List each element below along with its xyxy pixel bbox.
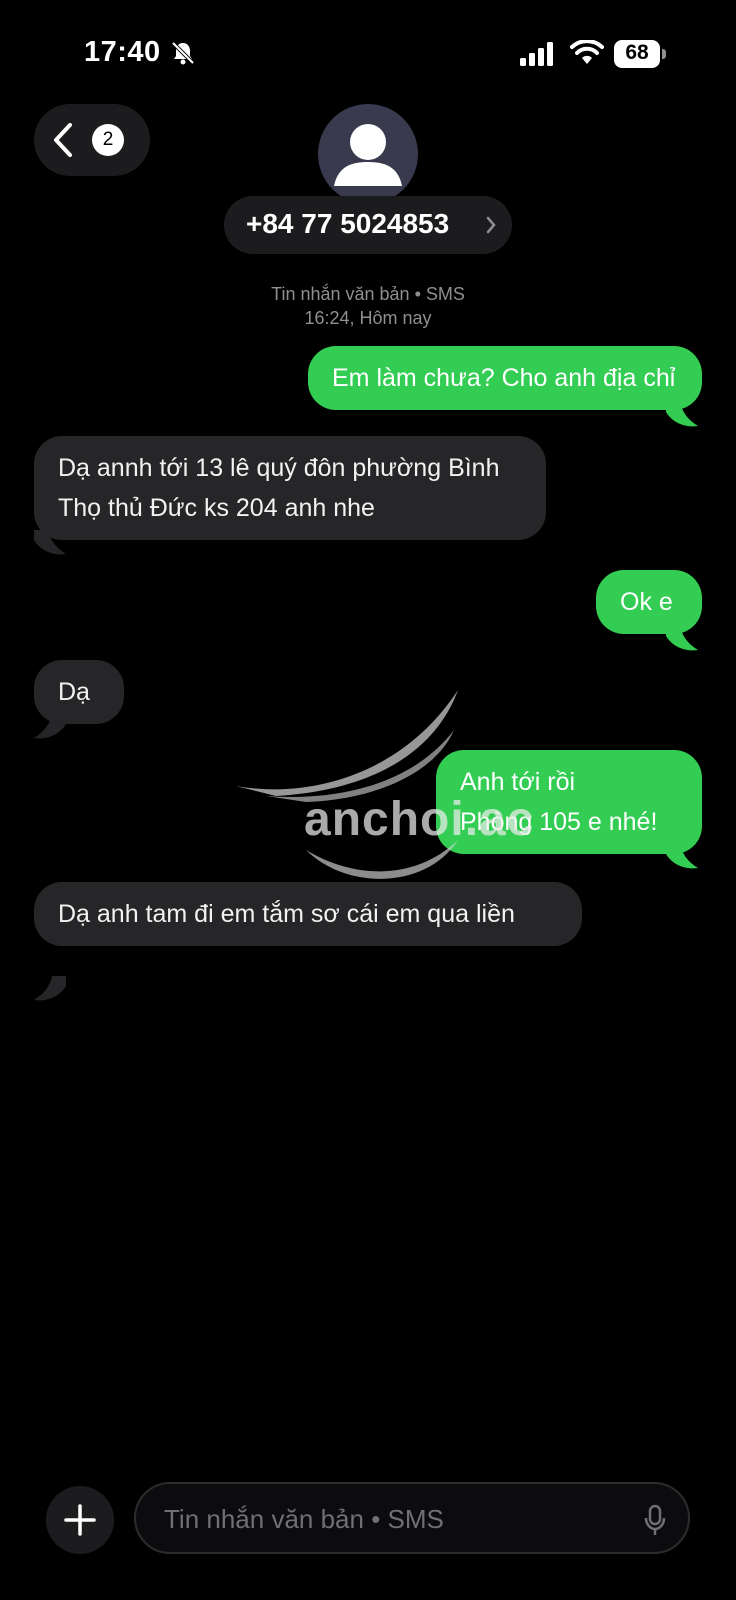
bubble-tail: [666, 626, 698, 651]
microphone-icon[interactable]: [644, 1504, 666, 1536]
bubble-tail: [34, 530, 66, 555]
bubble-tail: [666, 402, 698, 427]
message-text: Anh tới rồi Phòng 105 e nhé!: [460, 768, 658, 836]
chevron-left-icon: [54, 123, 72, 157]
message-bubble-incoming[interactable]: Dạ anh tam đi em tắm sơ cái em qua liền: [34, 882, 582, 946]
back-button[interactable]: 2: [34, 104, 150, 176]
message-text: Dạ anh tam đi em tắm sơ cái em qua liền: [58, 900, 515, 928]
plus-icon: [64, 1504, 96, 1536]
wifi-icon: [570, 40, 604, 64]
thread-timestamp: 16:24, Hôm nay: [304, 308, 432, 328]
chevron-right-icon: [486, 216, 496, 234]
message-input[interactable]: Tin nhắn văn bản • SMS: [134, 1482, 690, 1554]
bell-slash-icon: [171, 41, 195, 65]
battery-icon: 68: [614, 40, 668, 68]
message-bubble-outgoing[interactable]: Em làm chưa? Cho anh địa chỉ: [308, 346, 702, 410]
message-bubble-outgoing[interactable]: Anh tới rồi Phòng 105 e nhé!: [436, 750, 702, 854]
status-time: 17:40: [84, 36, 161, 68]
message-text: Em làm chưa? Cho anh địa chỉ: [332, 364, 676, 392]
bubble-tail: [34, 976, 66, 1001]
message-input-placeholder: Tin nhắn văn bản • SMS: [164, 1504, 444, 1534]
message-text: Dạ: [58, 678, 90, 706]
bubble-tail: [666, 844, 698, 869]
message-bubble-incoming[interactable]: Dạ annh tới 13 lê quý đôn phường Bình Th…: [34, 436, 546, 540]
contact-avatar[interactable]: [318, 104, 418, 204]
unread-count-badge: 2: [92, 124, 124, 156]
add-attachment-button[interactable]: [46, 1486, 114, 1554]
message-text: Dạ annh tới 13 lê quý đôn phường Bình Th…: [58, 454, 506, 522]
contact-name: +84 77 5024853: [246, 208, 450, 239]
message-text: Ok e: [620, 588, 673, 616]
cellular-signal-icon: [520, 42, 553, 66]
thread-type-label: Tin nhắn văn bản • SMS: [271, 284, 465, 304]
message-bubble-outgoing[interactable]: Ok e: [596, 570, 702, 634]
battery-level: 68: [625, 41, 649, 64]
bubble-tail: [34, 714, 66, 739]
contact-name-button[interactable]: +84 77 5024853: [224, 196, 512, 254]
person-avatar-icon: [334, 124, 402, 186]
